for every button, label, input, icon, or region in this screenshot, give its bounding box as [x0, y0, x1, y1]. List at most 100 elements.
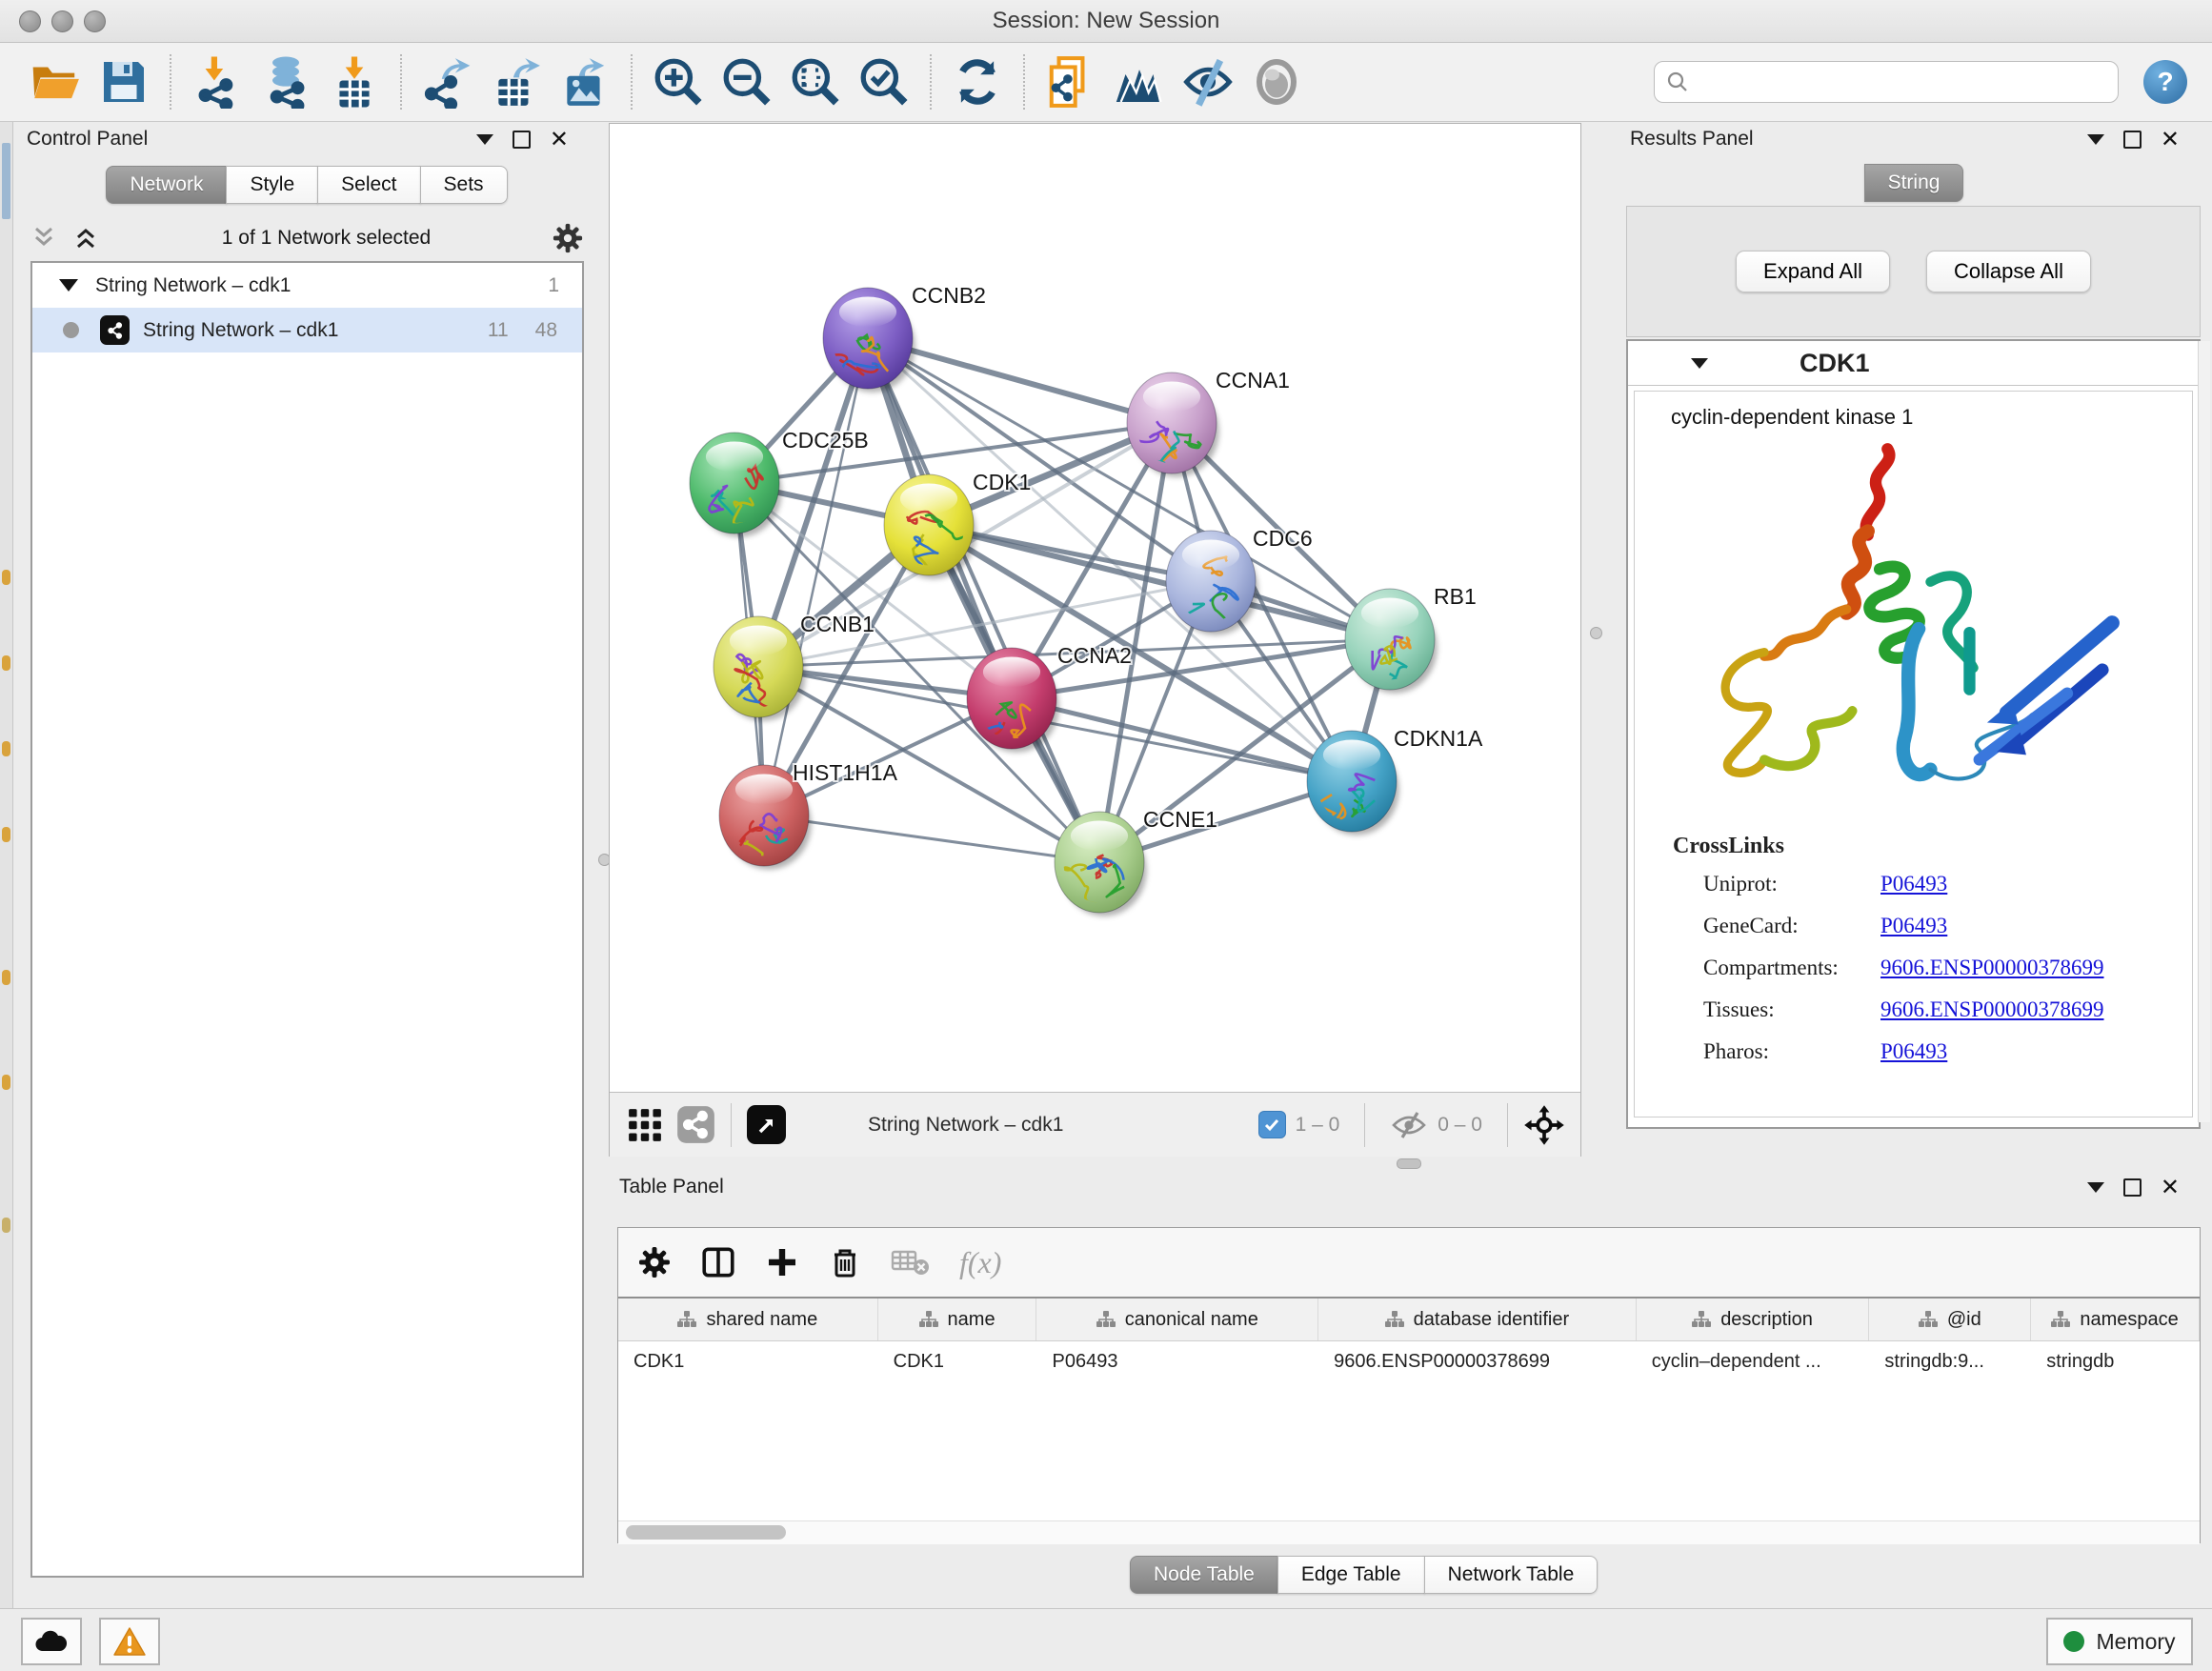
network-node-rb1[interactable]: RB1 — [1345, 584, 1477, 694]
network-edge[interactable] — [868, 338, 1099, 862]
zoom-in-button[interactable] — [650, 53, 707, 111]
table-horizontal-scrollbar[interactable] — [618, 1520, 2200, 1544]
zoom-selected-button[interactable] — [855, 53, 913, 111]
table-cell[interactable]: stringdb — [2031, 1341, 2200, 1381]
network-list-view-icon[interactable] — [676, 1105, 715, 1144]
search-bar[interactable] — [1654, 61, 2119, 103]
hide-selection-button[interactable] — [1179, 53, 1237, 111]
import-network-file-button[interactable] — [189, 53, 246, 111]
memory-button[interactable]: Memory — [2046, 1618, 2193, 1665]
export-network-button[interactable] — [419, 53, 476, 111]
tab-network-table[interactable]: Network Table — [1424, 1556, 1599, 1594]
tab-edge-table[interactable]: Edge Table — [1277, 1556, 1425, 1594]
tab-string[interactable]: String — [1864, 164, 1964, 202]
gear-icon[interactable] — [552, 222, 584, 254]
network-node-ccna2[interactable]: CCNA2 — [967, 643, 1132, 753]
network-collection-row[interactable]: String Network – cdk1 1 — [32, 263, 582, 308]
scrollbar-thumb[interactable] — [626, 1525, 786, 1540]
add-column-icon[interactable] — [765, 1245, 799, 1279]
table-row[interactable]: CDK1CDK1P064939606.ENSP00000378699cyclin… — [618, 1341, 2200, 1381]
zoom-out-button[interactable] — [718, 53, 775, 111]
column-header-shared-name[interactable]: shared name — [618, 1299, 878, 1340]
export-image-button[interactable] — [556, 53, 613, 111]
network-canvas[interactable]: CCNB2CCNA1CDC25BCDK1CDC6RB1CCNB1CCNA2CDK… — [610, 124, 1580, 1092]
column-header-namespace[interactable]: namespace — [2031, 1299, 2200, 1340]
collapse-all-icon[interactable] — [30, 226, 59, 251]
column-header-canonical-name[interactable]: canonical name — [1036, 1299, 1318, 1340]
panel-close-icon[interactable]: ✕ — [2161, 1180, 2180, 1195]
table-cell[interactable]: P06493 — [1036, 1341, 1318, 1381]
column-header-name[interactable]: name — [878, 1299, 1037, 1340]
column-header-@id[interactable]: @id — [1869, 1299, 2031, 1340]
main-toolbar: ? — [0, 43, 2212, 122]
network-node-ccna1[interactable]: CCNA1 — [1127, 368, 1290, 477]
zoom-fit-button[interactable] — [787, 53, 844, 111]
tree-expand-icon[interactable] — [59, 279, 78, 292]
table-cell[interactable]: 9606.ENSP00000378699 — [1318, 1341, 1637, 1381]
tab-select[interactable]: Select — [317, 166, 420, 204]
grid-view-icon[interactable] — [627, 1107, 663, 1143]
select-columns-icon[interactable] — [700, 1244, 736, 1280]
show-all-button[interactable] — [1248, 53, 1305, 111]
search-input[interactable] — [1689, 70, 2106, 94]
pan-mode-icon[interactable] — [1523, 1104, 1565, 1146]
delete-column-icon[interactable] — [828, 1245, 862, 1279]
expand-all-icon[interactable] — [72, 226, 101, 251]
network-node-cdk1[interactable]: CDK1 — [884, 470, 1031, 579]
panel-float-icon[interactable] — [2123, 1178, 2142, 1197]
crosslink-link[interactable]: P06493 — [1880, 1039, 1947, 1064]
results-scrollbar[interactable] — [2198, 341, 2210, 1122]
protein-card-header[interactable]: CDK1 — [1628, 341, 2199, 386]
table-cell[interactable]: stringdb:9... — [1869, 1341, 2031, 1381]
cloud-status-button[interactable] — [21, 1618, 82, 1665]
apply-layout-button[interactable] — [949, 53, 1006, 111]
splitter-grip[interactable] — [1397, 1158, 1421, 1169]
network-edge[interactable] — [764, 815, 1099, 862]
panel-collapse-icon[interactable] — [2087, 1182, 2104, 1193]
export-table-button[interactable] — [488, 53, 545, 111]
right-splitter-grip[interactable] — [1590, 627, 1602, 639]
panel-float-icon[interactable] — [2123, 131, 2142, 149]
column-header-description[interactable]: description — [1637, 1299, 1870, 1340]
tab-network[interactable]: Network — [106, 166, 227, 204]
import-table-button[interactable] — [326, 53, 383, 111]
network-node-ccne1[interactable]: CCNE1 — [1055, 807, 1217, 916]
protein-structure-image — [1676, 437, 2152, 818]
section-expand-icon[interactable] — [1691, 358, 1708, 369]
tab-node-table[interactable]: Node Table — [1130, 1556, 1278, 1594]
crosslink-link[interactable]: 9606.ENSP00000378699 — [1880, 956, 2104, 980]
tab-sets[interactable]: Sets — [420, 166, 508, 204]
network-node-ccnb2[interactable]: CCNB2 — [823, 283, 986, 393]
horizontal-splitter[interactable] — [606, 1157, 2212, 1169]
detach-view-button[interactable] — [747, 1105, 786, 1144]
first-neighbors-button[interactable] — [1111, 53, 1168, 111]
save-session-button[interactable] — [95, 53, 152, 111]
table-cell[interactable]: CDK1 — [618, 1341, 878, 1381]
column-header-database-identifier[interactable]: database identifier — [1318, 1299, 1637, 1340]
panel-close-icon[interactable]: ✕ — [550, 132, 569, 147]
warnings-button[interactable] — [99, 1618, 160, 1665]
table-cell[interactable]: CDK1 — [878, 1341, 1037, 1381]
network-edge[interactable] — [764, 338, 868, 815]
new-network-from-selection-button[interactable] — [1042, 53, 1099, 111]
crosslink-link[interactable]: P06493 — [1880, 872, 1947, 896]
network-node-cdc25b[interactable]: CDC25B — [690, 428, 869, 537]
selected-checkbox-icon[interactable] — [1258, 1111, 1286, 1138]
open-session-button[interactable] — [27, 53, 84, 111]
table-cell[interactable]: cyclin–dependent ... — [1637, 1341, 1870, 1381]
network-node-cdkn1a[interactable]: CDKN1A — [1307, 726, 1483, 836]
tab-style[interactable]: Style — [226, 166, 318, 204]
network-node-hist1h1a[interactable]: HIST1H1A — [719, 760, 898, 875]
panel-close-icon[interactable]: ✕ — [2161, 132, 2180, 147]
crosslink-link[interactable]: 9606.ENSP00000378699 — [1880, 997, 2104, 1022]
expand-all-button[interactable]: Expand All — [1736, 251, 1890, 292]
import-network-database-button[interactable] — [257, 53, 314, 111]
panel-float-icon[interactable] — [513, 131, 531, 149]
collapse-all-button[interactable]: Collapse All — [1926, 251, 2091, 292]
crosslink-link[interactable]: P06493 — [1880, 914, 1947, 938]
panel-collapse-icon[interactable] — [476, 134, 493, 145]
panel-collapse-icon[interactable] — [2087, 134, 2104, 145]
table-settings-gear-icon[interactable] — [637, 1245, 672, 1279]
help-button[interactable]: ? — [2143, 60, 2187, 104]
network-row-selected[interactable]: String Network – cdk1 11 48 — [32, 308, 582, 352]
